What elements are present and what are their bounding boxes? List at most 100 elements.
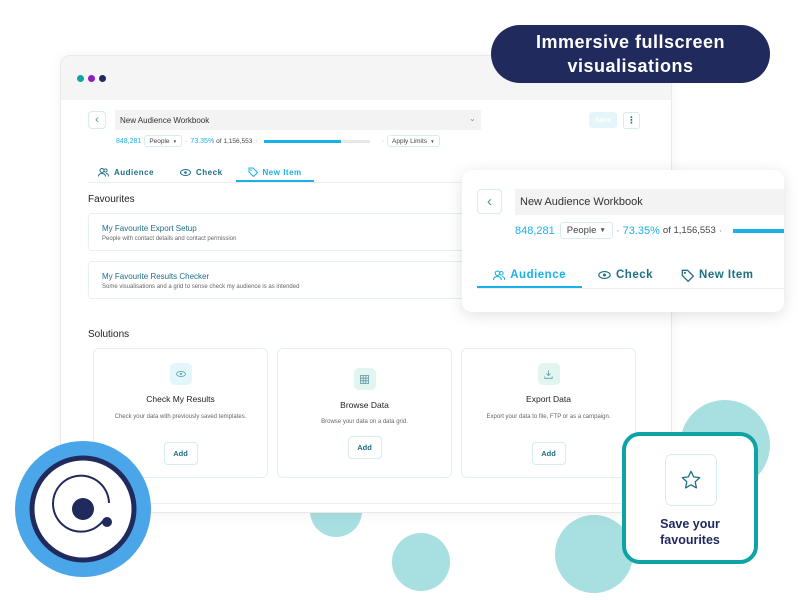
unit-label: People: [566, 225, 597, 236]
favourite-star-button[interactable]: [665, 454, 717, 506]
audience-progress-bar: [733, 228, 784, 233]
add-label: Add: [541, 449, 556, 458]
tab-audience-label: Audience: [510, 269, 566, 281]
chevron-down-icon[interactable]: ⌄: [469, 114, 476, 123]
eye-icon: [175, 371, 186, 377]
audience-progress-fill: [263, 139, 342, 143]
callout-line-1: Save your: [660, 517, 720, 531]
window-dot-teal: [77, 75, 84, 82]
tab-audience[interactable]: Audience: [88, 162, 164, 182]
add-label: Add: [173, 449, 188, 458]
add-solution-button[interactable]: Add: [163, 442, 198, 465]
window-dot-purple: [88, 75, 95, 82]
workbook-title-field[interactable]: New Audience Workbook: [515, 189, 784, 215]
save-favourites-text: Save your favourites: [626, 516, 754, 548]
headline-line-2: visualisations: [567, 56, 694, 76]
workbook-title: New Audience Workbook: [520, 196, 643, 208]
solution-title: Export Data: [526, 394, 571, 404]
audience-percent: 73.35%: [622, 224, 660, 237]
solution-description: Export your data to file, FTP or as a ca…: [486, 414, 611, 420]
separator: ·: [615, 224, 620, 237]
audience-stats: 848,281 People ▼ · 73.35% of 1,156,553 ·…: [116, 135, 440, 147]
favourite-item[interactable]: My Favourite Results Checker Some visual…: [88, 261, 468, 299]
users-icon: [493, 269, 506, 280]
logo-satellite: [102, 517, 112, 527]
caret-down-icon: ▼: [430, 138, 435, 144]
caret-down-icon: ▼: [599, 227, 606, 234]
eye-icon: [598, 271, 611, 279]
tab-new-item-label: New Item: [262, 167, 302, 177]
workbook-title: New Audience Workbook: [120, 115, 210, 125]
unit-dropdown[interactable]: People ▼: [144, 135, 183, 147]
solutions-heading: Solutions: [88, 329, 130, 340]
headline-badge: Immersive fullscreen visualisations: [491, 25, 770, 83]
add-label: Add: [357, 443, 372, 452]
window-dot-navy: [99, 75, 106, 82]
caret-down-icon: ▼: [172, 138, 178, 144]
unit-dropdown[interactable]: People ▼: [559, 222, 613, 239]
solution-title: Browse Data: [340, 400, 389, 410]
tab-check[interactable]: Check: [582, 262, 669, 288]
favourite-item[interactable]: My Favourite Export Setup People with co…: [88, 213, 468, 251]
audience-count: 848,281: [515, 224, 555, 237]
audience-percent: 73.35%: [190, 137, 215, 145]
solution-icon-box: [537, 363, 560, 385]
audience-count: 848,281: [116, 137, 142, 145]
callout-line-2: favourites: [660, 533, 720, 547]
add-solution-button[interactable]: Add: [347, 436, 382, 459]
tab-new-item[interactable]: New Item: [669, 262, 766, 288]
apply-limits-label: Apply Limits: [392, 137, 428, 145]
tabs-divider: [88, 182, 488, 183]
window-bottom-divider: [61, 503, 671, 504]
more-options-button[interactable]: ⋮: [623, 112, 640, 129]
solution-icon-box: [169, 363, 192, 385]
tabs-divider: [477, 288, 784, 289]
tab-audience-label: Audience: [114, 167, 155, 177]
favourite-title[interactable]: My Favourite Export Setup: [102, 224, 197, 233]
solution-card-browse-data: Browse Data Browse your data on a data g…: [277, 348, 452, 478]
audience-stats: 848,281 People ▼ · 73.35% of 1,156,553 ·: [515, 222, 784, 239]
zoomed-header-card: ‹ New Audience Workbook 848,281 People ▼…: [462, 170, 784, 312]
audience-total: of 1,156,553: [662, 225, 716, 236]
workbook-tabs: Audience Check New Item: [88, 162, 314, 182]
save-favourites-callout: Save your favourites: [622, 432, 758, 564]
workbook-title-field[interactable]: New Audience Workbook: [115, 110, 481, 130]
separator: ·: [718, 224, 723, 237]
star-icon: [681, 470, 701, 489]
kebab-icon: ⋮: [627, 115, 636, 125]
solution-card-export-data: Export Data Export your data to file, FT…: [461, 348, 636, 478]
eye-icon: [180, 168, 192, 176]
solution-description: Check your data with previously saved te…: [114, 414, 247, 420]
tab-new-item-label: New Item: [699, 269, 754, 281]
save-button[interactable]: Save: [589, 112, 617, 128]
tag-icon: [681, 269, 695, 282]
separator: ·: [255, 137, 258, 145]
favourite-subtitle: Some visualisations and a grid to sense …: [102, 284, 300, 290]
workbook-tabs: Audience Check New Item: [477, 262, 766, 288]
logo-core: [72, 498, 94, 520]
back-button[interactable]: ‹: [477, 189, 502, 214]
back-button[interactable]: ‹: [88, 111, 106, 129]
brand-logo: [15, 441, 151, 577]
favourite-title[interactable]: My Favourite Results Checker: [102, 272, 209, 281]
chevron-left-icon: ‹: [95, 114, 99, 126]
favourite-subtitle: People with contact details and contact …: [102, 236, 237, 242]
tab-check[interactable]: Check: [170, 162, 233, 182]
tab-check-label: Check: [616, 269, 654, 281]
chevron-left-icon: ‹: [487, 193, 492, 210]
grid-icon: [360, 374, 369, 384]
solution-description: Browse your data on a data grid.: [321, 419, 408, 425]
tab-check-label: Check: [196, 167, 223, 177]
tag-icon: [248, 167, 258, 177]
audience-progress-bar: [263, 139, 370, 143]
add-solution-button[interactable]: Add: [531, 442, 566, 465]
apply-limits-dropdown[interactable]: Apply Limits ▼: [387, 135, 440, 147]
separator: ·: [381, 137, 385, 145]
tab-audience[interactable]: Audience: [477, 262, 582, 288]
users-icon: [98, 167, 109, 177]
solution-title: Check My Results: [146, 394, 215, 404]
solution-icon-box: [353, 368, 376, 390]
tab-new-item[interactable]: New Item: [235, 162, 314, 182]
unit-label: People: [149, 137, 170, 145]
audience-total: of 1,156,553: [216, 137, 253, 145]
